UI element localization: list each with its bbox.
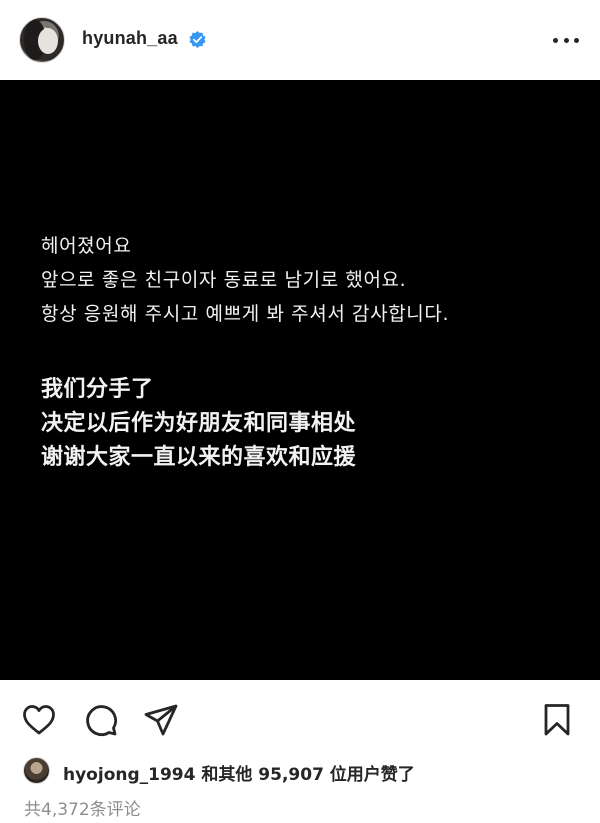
chinese-line: 决定以后作为好朋友和同事相处 (41, 411, 357, 436)
comment-icon[interactable] (83, 702, 119, 738)
chinese-text-block: 我们分手了 决定以后作为好朋友和同事相处 谢谢大家一直以来的喜欢和应援 (41, 373, 356, 475)
avatar-face (38, 28, 58, 54)
action-bar (0, 680, 600, 750)
chinese-line: 谢谢大家一直以来的喜欢和应援 (41, 445, 357, 470)
korean-line: 헤어졌어요 (41, 235, 132, 257)
korean-line: 항상 응원해 주시고 예쁘게 봐 주셔서 감사합니다. (41, 303, 450, 325)
likes-row: hyojong_1994 和其他 95,907 位用户赞了 (0, 755, 600, 785)
more-options-button[interactable] (553, 30, 579, 50)
bookmark-icon[interactable] (539, 702, 575, 738)
verified-badge-icon (189, 30, 206, 49)
post-header: hyunah_aa (0, 0, 600, 80)
likes-summary[interactable]: hyojong_1994 和其他 95,907 位用户赞了 (63, 760, 415, 785)
more-dot-icon (563, 37, 569, 43)
more-dot-icon (553, 37, 558, 43)
profile-avatar[interactable] (19, 17, 65, 63)
liker-avatar[interactable] (23, 757, 50, 784)
more-dot-icon (574, 37, 579, 43)
share-icon[interactable] (143, 702, 179, 738)
username[interactable]: hyunah_aa (82, 28, 178, 49)
chinese-line: 我们分手了 (41, 377, 154, 402)
korean-line: 앞으로 좋은 친구이자 동료로 남기로 했어요. (41, 269, 407, 291)
heart-icon[interactable] (21, 702, 57, 738)
view-comments-link[interactable]: 共4,372条评论 (24, 795, 141, 820)
korean-text-block: 헤어졌어요 앞으로 좋은 친구이자 동료로 남기로 했어요. 항상 응원해 주시… (41, 229, 449, 331)
post-image[interactable]: 헤어졌어요 앞으로 좋은 친구이자 동료로 남기로 했어요. 항상 응원해 주시… (0, 80, 600, 680)
